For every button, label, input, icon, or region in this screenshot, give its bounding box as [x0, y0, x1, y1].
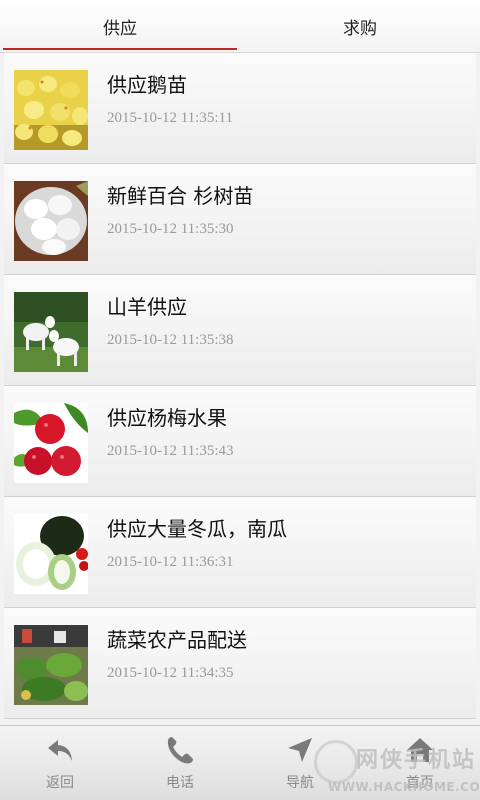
- bayberry-photo: [14, 403, 88, 483]
- tab-purchase[interactable]: 求购: [240, 0, 480, 52]
- navigation-button[interactable]: 导航: [240, 726, 360, 800]
- goats-photo: [14, 292, 88, 372]
- item-title: 供应鹅苗: [107, 73, 187, 97]
- item-time: 2015-10-12 11:35:11: [107, 110, 233, 126]
- item-time: 2015-10-12 11:35:38: [107, 332, 234, 348]
- item-time: 2015-10-12 11:35:43: [107, 443, 234, 459]
- navigation-label: 导航: [286, 775, 314, 791]
- navigation-icon: [288, 738, 312, 762]
- bottom-nav: 返回 电话 导航 首页: [0, 725, 480, 800]
- back-label: 返回: [46, 775, 74, 791]
- home-label: 首页: [406, 775, 434, 791]
- list-item[interactable]: 山羊供应 2015-10-12 11:35:38: [4, 275, 476, 386]
- goslings-photo: [14, 70, 88, 150]
- list-item[interactable]: 供应大量冬瓜，南瓜 2015-10-12 11:36:31: [4, 497, 476, 608]
- lily-bulbs-photo: [14, 181, 88, 261]
- item-title: 供应大量冬瓜，南瓜: [107, 517, 287, 541]
- phone-icon: [167, 737, 193, 764]
- item-time: 2015-10-12 11:36:31: [107, 554, 234, 570]
- item-time: 2015-10-12 11:35:30: [107, 221, 234, 237]
- item-time: 2015-10-12 11:34:35: [107, 665, 234, 681]
- back-button[interactable]: 返回: [0, 726, 120, 800]
- item-title: 山羊供应: [107, 295, 187, 319]
- home-button[interactable]: 首页: [360, 726, 480, 800]
- list-item[interactable]: 新鲜百合 杉树苗 2015-10-12 11:35:30: [4, 164, 476, 275]
- item-title: 供应杨梅水果: [107, 406, 227, 430]
- supply-list: 供应鹅苗 2015-10-12 11:35:11 新鲜百合 杉树苗 2015-1…: [0, 53, 480, 725]
- tab-bar: 供应 求购: [0, 0, 480, 53]
- home-icon: [407, 738, 433, 762]
- list-item[interactable]: 供应杨梅水果 2015-10-12 11:35:43: [4, 386, 476, 497]
- phone-button[interactable]: 电话: [120, 726, 240, 800]
- back-arrow-icon: [48, 740, 72, 761]
- winter-melon-photo: [14, 514, 88, 594]
- list-item[interactable]: 蔬菜农产品配送 2015-10-12 11:34:35: [4, 608, 476, 719]
- vegetables-photo: [14, 625, 88, 705]
- app-root: 供应 求购 供应鹅苗 2015-10-12 11:35:11 新鲜百合 杉树苗 …: [0, 0, 480, 800]
- item-title: 新鲜百合 杉树苗: [107, 184, 254, 208]
- tab-supply[interactable]: 供应: [0, 0, 240, 52]
- item-title: 蔬菜农产品配送: [107, 628, 247, 652]
- list-item[interactable]: 供应鹅苗 2015-10-12 11:35:11: [4, 53, 476, 164]
- phone-label: 电话: [166, 775, 194, 791]
